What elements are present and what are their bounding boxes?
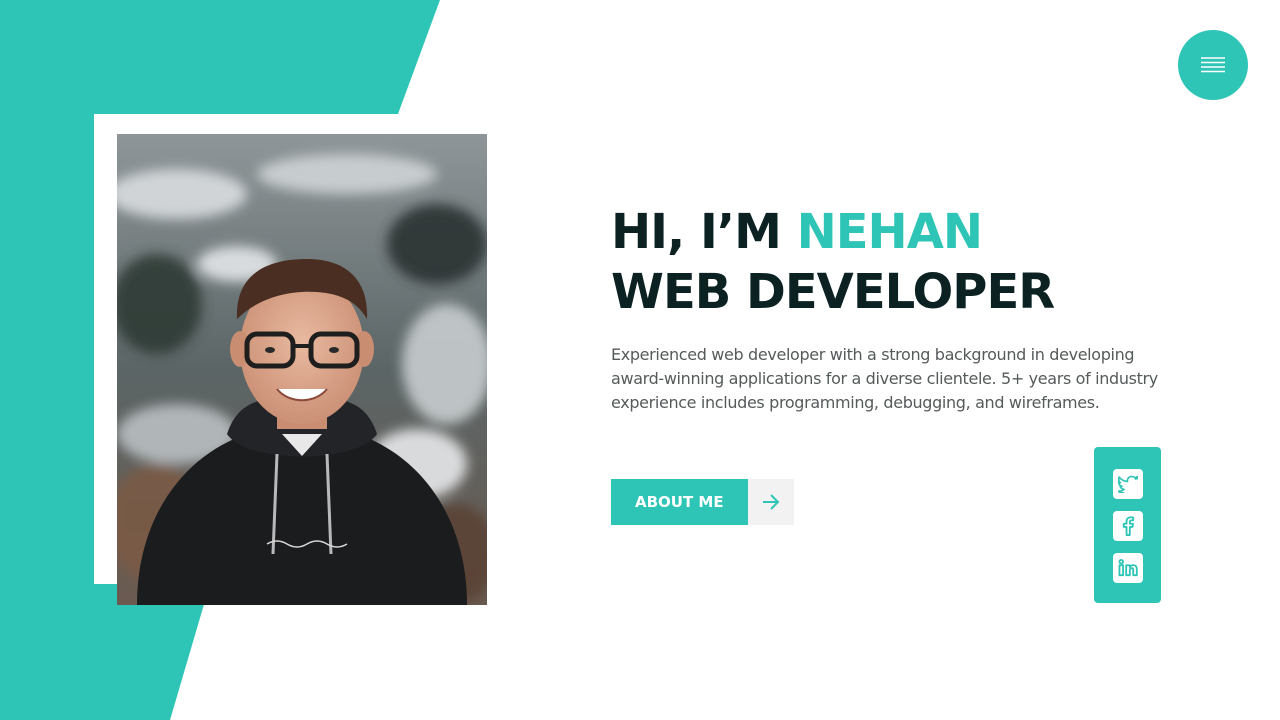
portrait-photo	[117, 134, 487, 605]
role-text: WEB DEVELOPER	[611, 264, 1055, 320]
name-text: NEHAN	[796, 204, 983, 260]
arrow-right-icon	[763, 494, 780, 510]
twitter-link[interactable]	[1113, 469, 1143, 499]
twitter-icon	[1118, 475, 1138, 493]
facebook-icon	[1122, 516, 1135, 536]
about-me-label: ABOUT ME	[635, 493, 724, 511]
portfolio-page: HI, I’M NEHAN WEB DEVELOPER Experienced …	[0, 0, 1280, 720]
arrow-button[interactable]	[748, 479, 794, 525]
linkedin-link[interactable]	[1113, 553, 1143, 583]
menu-button[interactable]	[1178, 30, 1248, 100]
bio-paragraph: Experienced web developer with a strong …	[611, 345, 1158, 412]
social-links-panel	[1094, 447, 1161, 603]
hamburger-menu-icon	[1201, 57, 1225, 73]
linkedin-icon	[1118, 559, 1138, 577]
greeting-text: HI, I’M	[611, 204, 782, 260]
hero-headline: HI, I’M NEHAN WEB DEVELOPER	[611, 202, 1055, 322]
about-me-button[interactable]: ABOUT ME	[611, 479, 748, 525]
facebook-link[interactable]	[1113, 511, 1143, 541]
